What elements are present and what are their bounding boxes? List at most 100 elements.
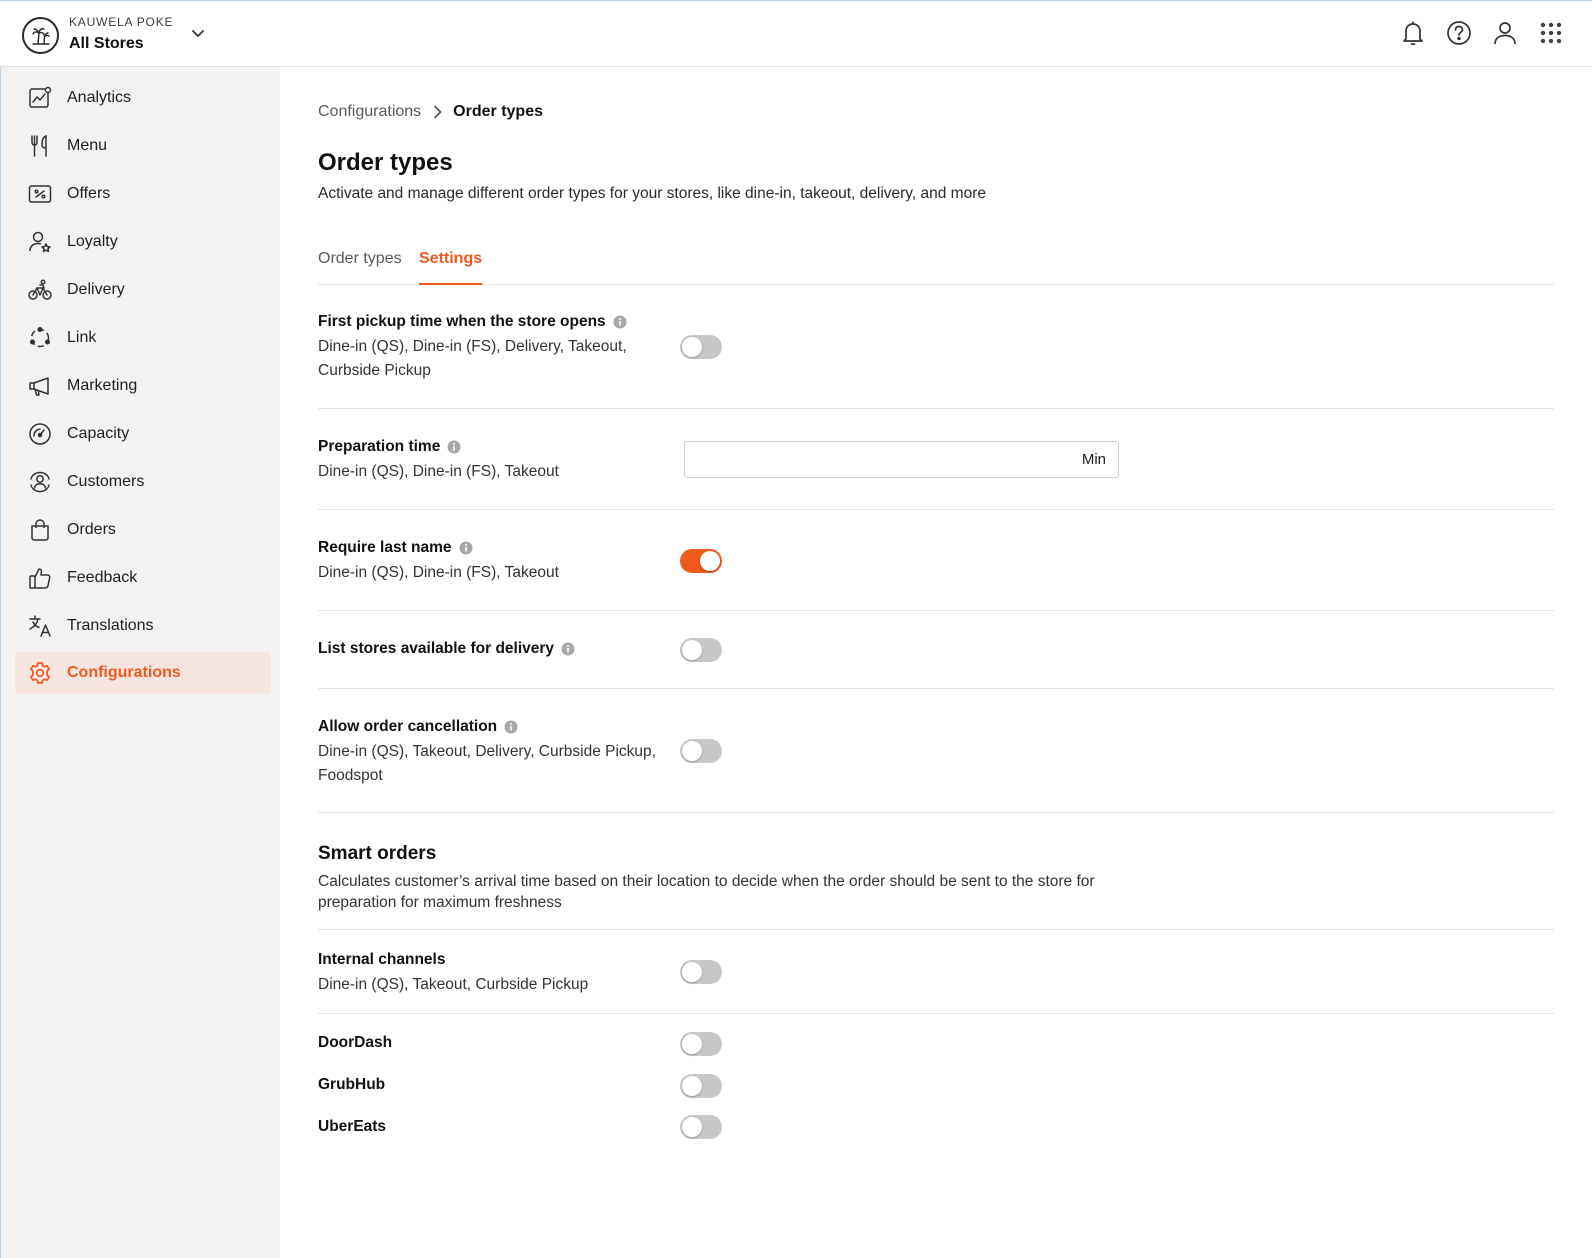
- setting-title: Require last name: [318, 539, 452, 556]
- setting-internal-channels: Internal channels Dine-in (QS), Takeout,…: [318, 951, 670, 997]
- setting-grubhub: GrubHub: [318, 1076, 385, 1094]
- smart-orders-title: Smart orders: [318, 843, 437, 864]
- setting-ubereats: UberEats: [318, 1118, 386, 1136]
- analytics-icon: [27, 85, 53, 111]
- bike-icon: [27, 277, 53, 303]
- setting-preparation-time: Preparation time Dine-in (QS), Dine-in (…: [318, 438, 670, 484]
- bell-icon[interactable]: [1400, 19, 1426, 47]
- brand-logo-icon: [22, 16, 59, 54]
- breadcrumb-current: Order types: [453, 103, 543, 120]
- setting-title: DoorDash: [318, 1034, 393, 1051]
- setting-title: GrubHub: [318, 1076, 386, 1093]
- page-title: Order types: [318, 149, 453, 176]
- sidebar-item-label: Translations: [67, 617, 154, 634]
- sidebar-item-loyalty[interactable]: Loyalty: [15, 221, 271, 263]
- sidebar-item-label: Link: [67, 329, 97, 346]
- preparation-time-unit: Min: [1081, 451, 1106, 468]
- setting-title: UberEats: [318, 1118, 387, 1135]
- sidebar-item-label: Capacity: [67, 425, 130, 442]
- main-content: Configurations Order types Order types A…: [280, 67, 1592, 1258]
- sidebar-item-translations[interactable]: Translations: [15, 605, 271, 647]
- sidebar: Analytics Menu Offers Loyalty Delivery L…: [0, 67, 280, 1258]
- user-icon[interactable]: [1492, 19, 1518, 47]
- apps-grid-icon[interactable]: [1538, 19, 1564, 47]
- info-icon[interactable]: [447, 440, 461, 454]
- divider: [318, 610, 1554, 611]
- require-last-name-toggle[interactable]: [680, 549, 722, 573]
- page-description: Activate and manage different order type…: [318, 185, 986, 202]
- ubereats-toggle[interactable]: [680, 1115, 722, 1139]
- sidebar-item-label: Delivery: [67, 281, 125, 298]
- tab-settings[interactable]: Settings: [419, 245, 483, 285]
- setting-channels: Dine-in (QS), Takeout, Delivery, Curbsid…: [318, 743, 656, 784]
- sidebar-item-capacity[interactable]: Capacity: [15, 413, 271, 455]
- divider: [318, 929, 1554, 930]
- offers-icon: [27, 181, 53, 207]
- divider: [318, 1013, 1554, 1014]
- sidebar-item-label: Offers: [67, 185, 111, 202]
- store-selector[interactable]: KAUWELA POKE All Stores: [22, 15, 204, 55]
- megaphone-icon: [27, 373, 53, 399]
- info-icon[interactable]: [504, 720, 518, 734]
- sidebar-item-customers[interactable]: Customers: [15, 461, 271, 503]
- store-selector-label: All Stores: [69, 35, 144, 52]
- setting-title: Preparation time: [318, 438, 441, 455]
- help-icon[interactable]: [1446, 19, 1472, 47]
- setting-require-last-name: Require last name Dine-in (QS), Dine-in …: [318, 539, 670, 585]
- divider: [318, 688, 1554, 689]
- setting-title: First pickup time when the store opens: [318, 313, 606, 330]
- loyalty-icon: [27, 229, 53, 255]
- doordash-toggle[interactable]: [680, 1032, 722, 1056]
- info-icon[interactable]: [459, 541, 473, 555]
- sidebar-item-label: Customers: [67, 473, 145, 490]
- sidebar-item-orders[interactable]: Orders: [15, 509, 271, 551]
- sidebar-item-delivery[interactable]: Delivery: [15, 269, 271, 311]
- preparation-time-input[interactable]: Min: [684, 441, 1119, 478]
- grubhub-toggle[interactable]: [680, 1074, 722, 1098]
- breadcrumb: Configurations Order types: [318, 103, 543, 121]
- breadcrumb-configurations-link[interactable]: Configurations: [318, 103, 421, 121]
- info-icon[interactable]: [613, 315, 627, 329]
- allow-cancellation-toggle[interactable]: [680, 739, 722, 763]
- setting-list-stores: List stores available for delivery: [318, 640, 575, 658]
- first-pickup-toggle[interactable]: [680, 335, 722, 359]
- sidebar-item-label: Configurations: [67, 664, 181, 681]
- tab-bar: Order types Settings: [318, 245, 1554, 285]
- divider: [318, 509, 1554, 510]
- top-bar: KAUWELA POKE All Stores: [0, 0, 1592, 67]
- thumbs-up-icon: [27, 565, 53, 591]
- tab-order-types[interactable]: Order types: [318, 245, 402, 285]
- setting-channels: Dine-in (QS), Takeout, Curbside Pickup: [318, 976, 589, 993]
- sidebar-item-label: Marketing: [67, 377, 138, 394]
- sidebar-item-marketing[interactable]: Marketing: [15, 365, 271, 407]
- translate-icon: [27, 613, 53, 639]
- setting-title: List stores available for delivery: [318, 640, 555, 657]
- setting-doordash: DoorDash: [318, 1034, 392, 1052]
- setting-first-pickup: First pickup time when the store opens D…: [318, 313, 670, 383]
- sidebar-item-link[interactable]: Link: [15, 317, 271, 359]
- sidebar-item-configurations[interactable]: Configurations: [15, 652, 271, 694]
- brand-name: KAUWELA POKE: [69, 15, 174, 29]
- setting-channels: Dine-in (QS), Dine-in (FS), Delivery, Ta…: [318, 338, 627, 379]
- setting-channels: Dine-in (QS), Dine-in (FS), Takeout: [318, 463, 559, 480]
- sidebar-item-offers[interactable]: Offers: [15, 173, 271, 215]
- sidebar-item-analytics[interactable]: Analytics: [15, 77, 271, 119]
- setting-title: Allow order cancellation: [318, 718, 498, 735]
- sidebar-item-label: Menu: [67, 137, 108, 154]
- smart-orders-description: Calculates customer’s arrival time based…: [318, 873, 1095, 911]
- customers-icon: [27, 469, 53, 495]
- setting-title: Internal channels: [318, 951, 446, 968]
- gear-icon: [27, 660, 53, 686]
- sidebar-item-menu[interactable]: Menu: [15, 125, 271, 167]
- list-stores-toggle[interactable]: [680, 638, 722, 662]
- setting-allow-cancellation: Allow order cancellation Dine-in (QS), T…: [318, 718, 670, 788]
- internal-channels-toggle[interactable]: [680, 960, 722, 984]
- sidebar-item-label: Feedback: [67, 569, 138, 586]
- sidebar-item-feedback[interactable]: Feedback: [15, 557, 271, 599]
- sidebar-item-label: Analytics: [67, 89, 132, 106]
- setting-channels: Dine-in (QS), Dine-in (FS), Takeout: [318, 564, 559, 581]
- info-icon[interactable]: [561, 642, 575, 656]
- sidebar-item-label: Orders: [67, 521, 116, 538]
- divider: [318, 408, 1554, 409]
- chevron-down-icon[interactable]: [190, 25, 206, 46]
